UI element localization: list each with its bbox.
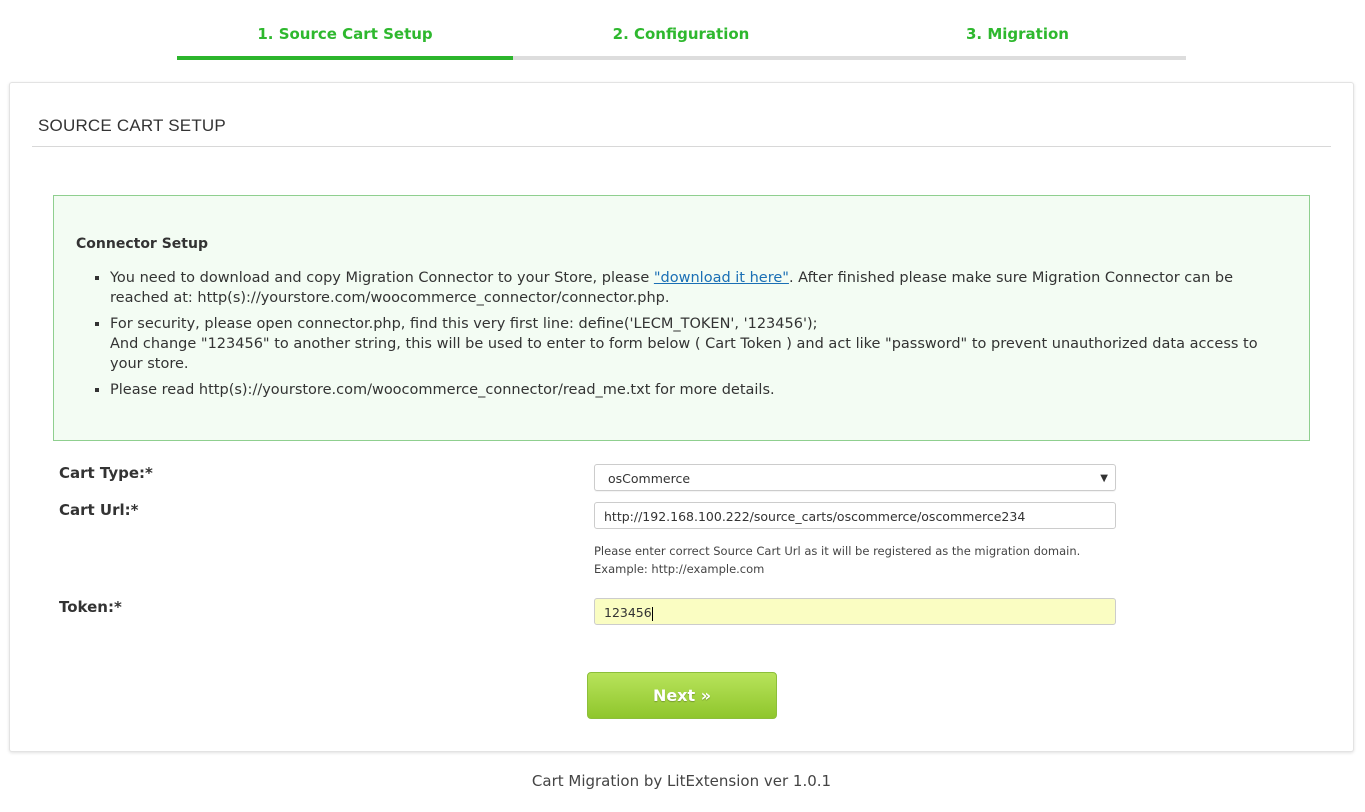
- panel-title: SOURCE CART SETUP: [38, 116, 226, 135]
- progress-steps: 1. Source Cart Setup 2. Configuration 3.…: [177, 18, 1186, 60]
- text-cursor: [651, 606, 653, 621]
- cart-url-value: http://192.168.100.222/source_carts/osco…: [604, 509, 1026, 524]
- help-example: Example: http://example.com: [594, 562, 765, 576]
- step-progress-bar: [849, 56, 1186, 60]
- cart-type-select[interactable]: osCommerce ▼: [594, 464, 1116, 491]
- step-label: 2. Configuration: [612, 25, 750, 43]
- step-label: 1. Source Cart Setup: [257, 25, 433, 43]
- footer-text: Cart Migration by LitExtension ver 1.0.1: [531, 772, 832, 790]
- token-label: Token:*: [59, 598, 122, 616]
- instruction-text: And change "123456" to another string, t…: [110, 336, 1258, 372]
- cart-url-input[interactable]: http://192.168.100.222/source_carts/osco…: [594, 502, 1116, 529]
- cart-url-label: Cart Url:*: [59, 501, 139, 519]
- cart-url-help: Please enter correct Source Cart Url as …: [594, 542, 1080, 578]
- list-item: For security, please open connector.php,…: [110, 314, 1260, 374]
- connector-instructions-list: You need to download and copy Migration …: [110, 268, 1260, 406]
- instruction-text: Please read http(s)://yourstore.com/wooc…: [110, 382, 775, 398]
- instruction-text: For security, please open connector.php,…: [110, 316, 818, 332]
- cart-type-label: Cart Type:*: [59, 464, 153, 482]
- connector-setup-box: Connector Setup You need to download and…: [53, 195, 1310, 441]
- list-item: Please read http(s)://yourstore.com/wooc…: [110, 380, 1260, 400]
- step-progress-bar: [177, 56, 513, 60]
- help-text: Please enter correct Source Cart Url as …: [594, 544, 1081, 558]
- step-configuration[interactable]: 2. Configuration: [513, 18, 849, 60]
- next-button[interactable]: Next »: [587, 672, 777, 719]
- divider: [32, 146, 1331, 147]
- connector-setup-title: Connector Setup: [76, 236, 208, 252]
- token-input[interactable]: 123456: [594, 598, 1116, 625]
- cart-type-value: osCommerce: [608, 471, 691, 486]
- chevron-down-icon: ▼: [1100, 473, 1108, 484]
- token-value: 123456: [604, 605, 652, 620]
- step-source-cart-setup[interactable]: 1. Source Cart Setup: [177, 18, 513, 60]
- step-progress-bar: [513, 56, 849, 60]
- step-label: 3. Migration: [966, 25, 1069, 43]
- source-cart-panel: SOURCE CART SETUP Connector Setup You ne…: [9, 82, 1354, 752]
- instruction-text: You need to download and copy Migration …: [110, 270, 654, 286]
- list-item: You need to download and copy Migration …: [110, 268, 1260, 308]
- download-link[interactable]: "download it here": [654, 270, 789, 286]
- step-migration[interactable]: 3. Migration: [849, 18, 1186, 60]
